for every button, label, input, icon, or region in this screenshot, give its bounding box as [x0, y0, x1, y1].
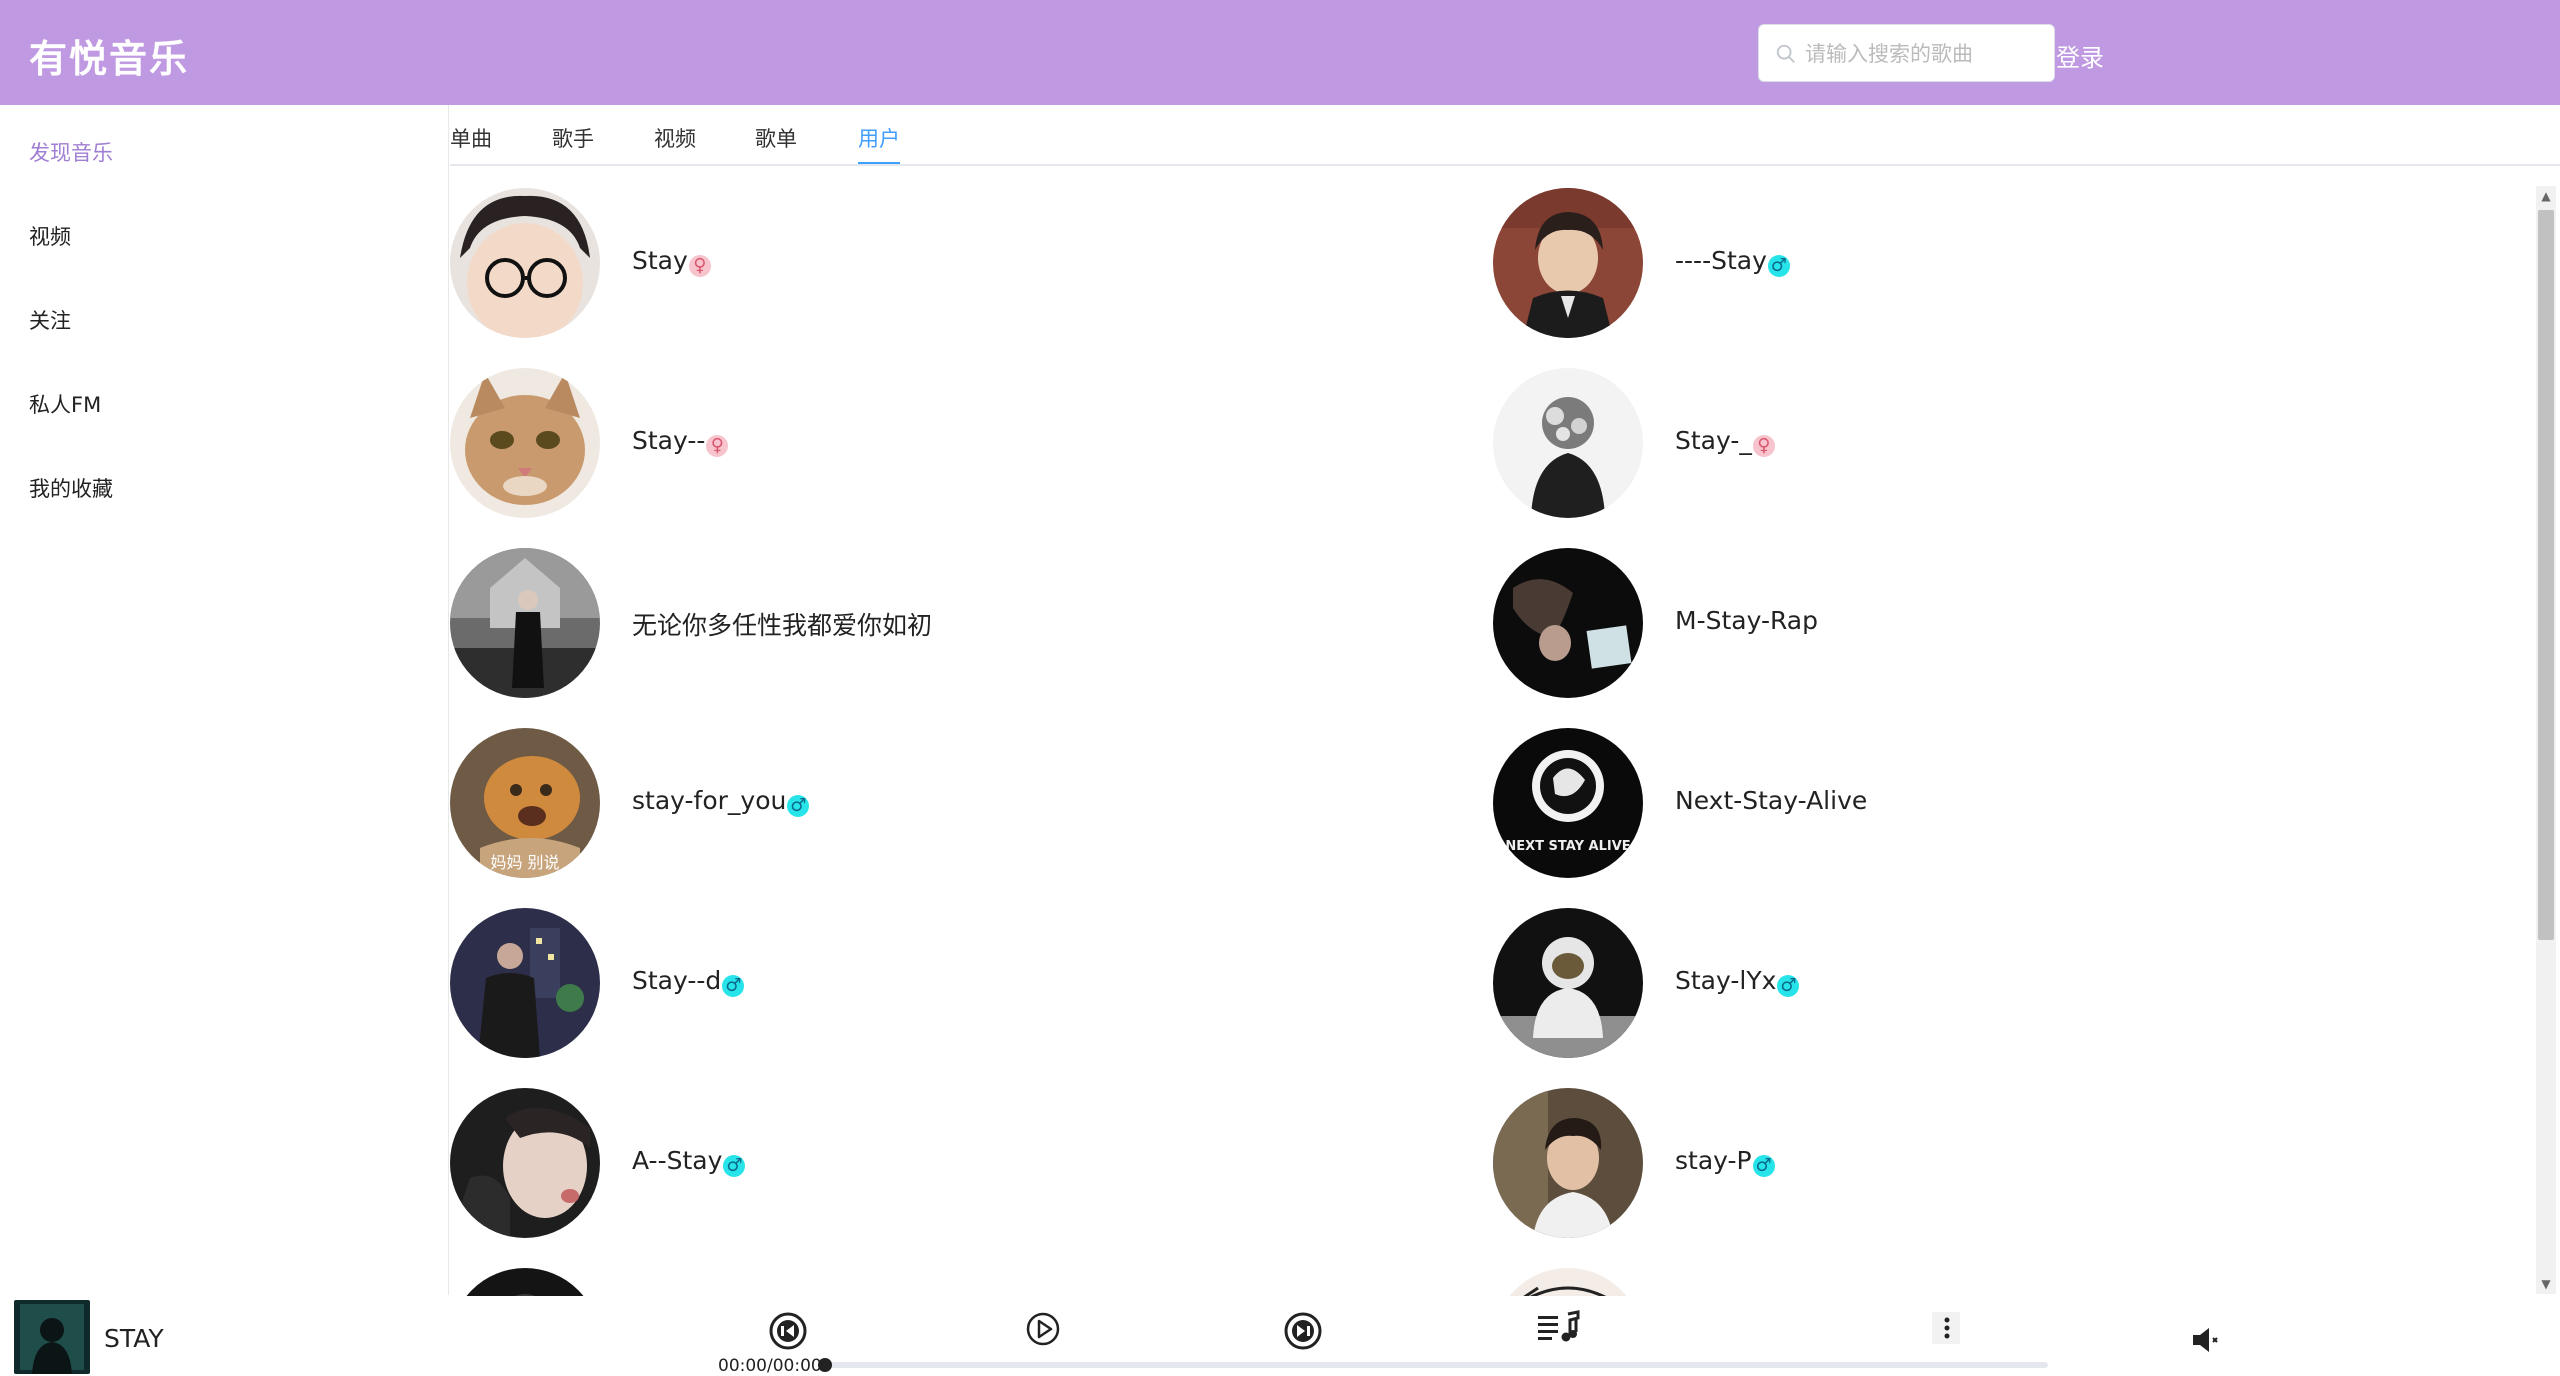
- list-item[interactable]: A--Stay ♂: [450, 1088, 1350, 1238]
- list-item[interactable]: NEXT STAY ALIVE Next-Stay-Alive: [1493, 728, 2393, 878]
- male-gender-icon: ♂: [723, 1155, 746, 1177]
- user-avatar: 妈妈 别说: [450, 728, 600, 878]
- male-gender-icon: ♂: [722, 975, 745, 997]
- playback-time: 00:00/00:00: [718, 1356, 822, 1376]
- sidebar-item-discover-music[interactable]: 发现音乐: [29, 137, 113, 167]
- app-logo-title[interactable]: 有悦音乐: [29, 28, 189, 83]
- volume-mute-icon[interactable]: [2190, 1324, 2224, 1356]
- user-avatar: [450, 368, 600, 518]
- user-avatar: [450, 548, 600, 698]
- avatar-caption-text: NEXT STAY ALIVE: [1505, 839, 1630, 854]
- avatar-caption-text: 妈妈 别说: [490, 853, 559, 872]
- sidebar-item-follow[interactable]: 关注: [29, 305, 71, 335]
- user-avatar: [450, 188, 600, 338]
- user-name: Stay-lYx ♂: [1675, 966, 1800, 997]
- scroll-down-arrow-icon[interactable]: ▼: [2538, 1276, 2554, 1292]
- user-avatar: [1493, 1268, 1643, 1296]
- list-item[interactable]: ----Stay ♂: [1493, 188, 2393, 338]
- tab-users[interactable]: 用户: [858, 123, 900, 153]
- tab-videos[interactable]: 视频: [654, 123, 696, 153]
- user-name: stay-P ♂: [1675, 1146, 1775, 1177]
- user-avatar: [450, 1268, 600, 1296]
- progress-handle[interactable]: [818, 1358, 832, 1372]
- user-avatar: [1493, 1088, 1643, 1238]
- user-avatar: [1493, 368, 1643, 518]
- sidebar-item-video[interactable]: 视频: [29, 221, 71, 251]
- user-avatar: [1493, 188, 1643, 338]
- user-avatar: [450, 908, 600, 1058]
- prev-track-icon[interactable]: [768, 1311, 808, 1351]
- search-box[interactable]: [1758, 24, 2055, 83]
- user-avatar: [450, 1088, 600, 1238]
- sidebar-divider: [448, 105, 449, 1295]
- top-header: 有悦音乐 登录: [0, 0, 2560, 105]
- sidebar: 发现音乐 视频 关注 私人FM 我的收藏: [0, 105, 448, 1295]
- male-gender-icon: ♂: [1752, 1155, 1775, 1177]
- user-avatar: [1493, 908, 1643, 1058]
- search-icon: [1776, 44, 1795, 63]
- search-result-tabs: 单曲 歌手 视频 歌单 用户: [450, 105, 2560, 165]
- user-name: Stay-_ ♀: [1675, 426, 1775, 457]
- list-item[interactable]: [1493, 1268, 2393, 1296]
- login-button[interactable]: 登录: [2056, 38, 2104, 73]
- user-name: M-Stay-Rap: [1675, 606, 1818, 635]
- more-vertical-icon: [1944, 1317, 1950, 1339]
- user-name: Stay-- ♀: [632, 426, 729, 457]
- scrollbar-thumb[interactable]: [2538, 210, 2554, 940]
- tab-songs[interactable]: 单曲: [450, 123, 492, 153]
- sidebar-item-my-favorites[interactable]: 我的收藏: [29, 473, 113, 503]
- female-gender-icon: ♀: [706, 435, 729, 457]
- female-gender-icon: ♀: [688, 255, 711, 277]
- search-input[interactable]: [1803, 25, 2047, 83]
- user-name: Stay ♀: [632, 246, 711, 277]
- list-item[interactable]: 无论你多任性我都爱你如初: [450, 548, 1350, 698]
- user-name: A--Stay ♂: [632, 1146, 746, 1177]
- male-gender-icon: ♂: [1777, 975, 1800, 997]
- tab-playlists[interactable]: 歌单: [755, 123, 797, 153]
- list-item[interactable]: Stay ♀: [450, 188, 1350, 338]
- user-avatar: [1493, 548, 1643, 698]
- male-gender-icon: ♂: [787, 795, 810, 817]
- progress-bar[interactable]: [824, 1362, 2048, 1368]
- male-gender-icon: ♂: [1767, 255, 1790, 277]
- list-item[interactable]: 妈妈 别说 stay-for_you ♂: [450, 728, 1350, 878]
- list-item[interactable]: M-Stay-Rap: [1493, 548, 2393, 698]
- scroll-up-arrow-icon[interactable]: ▲: [2538, 188, 2554, 204]
- playlist-icon[interactable]: [1536, 1310, 1582, 1344]
- user-name: Next-Stay-Alive: [1675, 786, 1868, 815]
- more-options-button[interactable]: [1932, 1312, 1960, 1344]
- list-item[interactable]: [450, 1268, 1350, 1296]
- user-name: stay-for_you ♂: [632, 786, 810, 817]
- play-icon[interactable]: [1023, 1309, 1063, 1349]
- album-cover[interactable]: [14, 1300, 90, 1374]
- user-avatar: NEXT STAY ALIVE: [1493, 728, 1643, 878]
- list-item[interactable]: Stay-_ ♀: [1493, 368, 2393, 518]
- list-item[interactable]: stay-P ♂: [1493, 1088, 2393, 1238]
- sidebar-item-personal-fm[interactable]: 私人FM: [29, 389, 101, 419]
- female-gender-icon: ♀: [1752, 435, 1775, 457]
- user-name: Stay--d ♂: [632, 966, 745, 997]
- user-name: ----Stay ♂: [1675, 246, 1790, 277]
- user-name: 无论你多任性我都爱你如初: [632, 611, 933, 640]
- list-item[interactable]: Stay-- ♀: [450, 368, 1350, 518]
- current-song-title[interactable]: STAY: [104, 1324, 164, 1353]
- next-track-icon[interactable]: [1283, 1311, 1323, 1351]
- list-item[interactable]: Stay--d ♂: [450, 908, 1350, 1058]
- user-result-list: Stay ♀ ----Stay ♂ Stay-- ♀ Stay-_ ♀ 无论你多…: [450, 166, 2526, 1296]
- tab-artists[interactable]: 歌手: [552, 123, 594, 153]
- list-item[interactable]: Stay-lYx ♂: [1493, 908, 2393, 1058]
